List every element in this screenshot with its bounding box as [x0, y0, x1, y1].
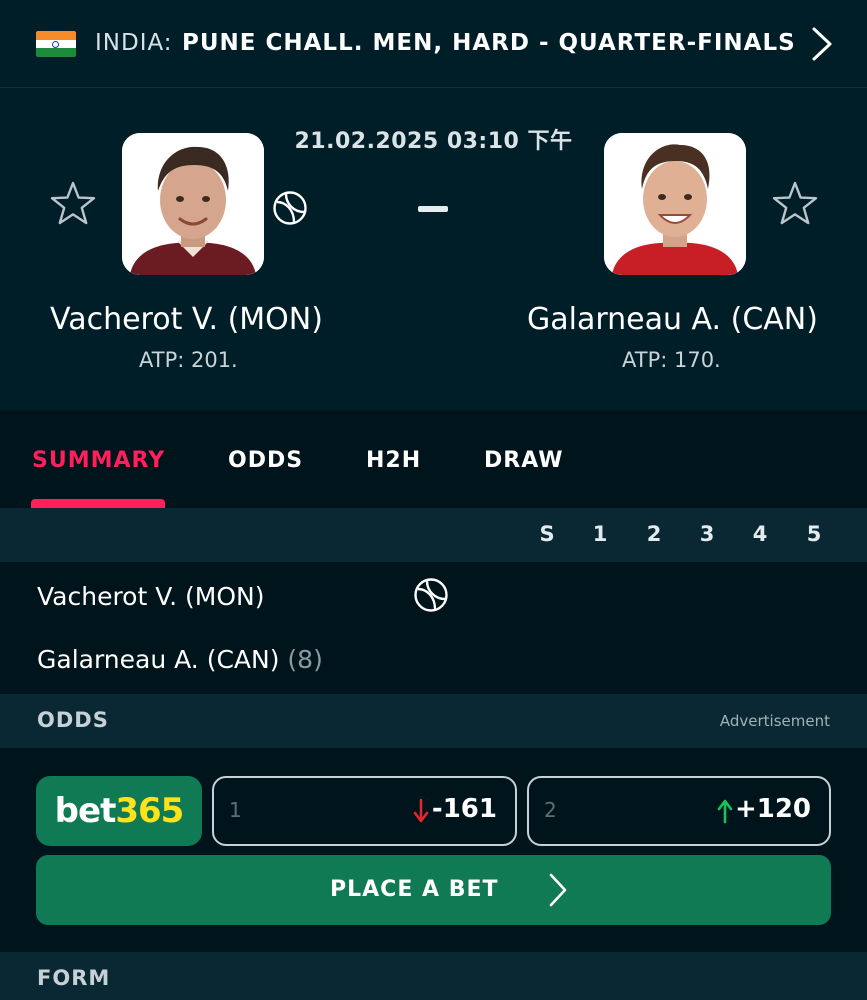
form-section-header: FORM	[0, 952, 867, 1000]
away-player-avatar[interactable]	[604, 133, 746, 275]
tournament-country: INDIA:	[95, 30, 173, 56]
chevron-right-icon[interactable]	[806, 26, 836, 62]
favorite-star-icon[interactable]	[771, 180, 819, 228]
favorite-star-icon[interactable]	[49, 180, 97, 228]
set-2-column-header: 2	[646, 522, 662, 546]
odds-home-value: -161	[431, 794, 497, 824]
away-player-name[interactable]: Galarneau A. (CAN)	[527, 302, 818, 337]
scoreboard-home-name: Vacherot V. (MON)	[37, 582, 265, 611]
odds-away-value: +120	[734, 794, 811, 824]
player-photo-icon	[604, 133, 746, 275]
odds-home-button[interactable]: 1 -161	[212, 776, 517, 846]
bookmaker-logo-text-part1: bet	[54, 791, 117, 831]
tab-h2h[interactable]: H2H	[366, 448, 421, 473]
arrow-down-icon	[413, 798, 429, 823]
tab-summary[interactable]: SUMMARY	[32, 448, 165, 473]
scoreboard-header: S 1 2 3 4 5	[0, 508, 867, 562]
match-header: 21.02.2025 03:10 下午 Vacherot V. (MON) AT…	[0, 89, 867, 410]
home-player-name[interactable]: Vacherot V. (MON)	[50, 302, 323, 337]
set-1-column-header: 1	[592, 522, 608, 546]
odds-section-header: ODDS Advertisement	[0, 694, 867, 748]
tournament-header[interactable]: INDIA: PUNE CHALL. MEN, HARD - QUARTER-F…	[0, 0, 867, 88]
bookmaker-logo-text-part2: 365	[115, 791, 184, 831]
place-bet-button[interactable]: PLACE A BET	[36, 855, 831, 925]
chevron-right-icon	[549, 873, 567, 907]
serving-tennis-ball-icon	[414, 578, 448, 612]
set-4-column-header: 4	[752, 522, 768, 546]
match-tabs: SUMMARY ODDS H2H DRAW	[0, 410, 867, 508]
scoreboard: Vacherot V. (MON) Galarneau A. (CAN) (8)	[0, 562, 867, 694]
place-bet-label: PLACE A BET	[330, 877, 499, 902]
away-seed: (8)	[287, 645, 323, 674]
bet365-logo[interactable]: bet365	[36, 776, 202, 846]
advertisement-label: Advertisement	[719, 712, 830, 730]
odds-section-title: ODDS	[37, 708, 109, 732]
sets-column-header: S	[539, 522, 555, 546]
scoreboard-away-name: Galarneau A. (CAN)	[37, 645, 280, 674]
tournament-name: PUNE CHALL. MEN, HARD - QUARTER-FINALS	[182, 30, 796, 56]
tab-draw[interactable]: DRAW	[484, 448, 564, 473]
form-section-title: FORM	[37, 966, 111, 990]
arrow-up-icon	[717, 799, 733, 824]
odds-away-label: 2	[544, 798, 557, 822]
score-separator	[418, 206, 448, 212]
player-photo-icon	[122, 133, 264, 275]
serving-tennis-ball-icon	[273, 191, 307, 225]
scoreboard-away-row: Galarneau A. (CAN) (8)	[37, 645, 323, 674]
active-tab-indicator	[31, 499, 165, 508]
set-3-column-header: 3	[699, 522, 715, 546]
home-player-avatar[interactable]	[122, 133, 264, 275]
odds-away-button[interactable]: 2 +120	[527, 776, 831, 846]
tab-odds[interactable]: ODDS	[228, 448, 303, 473]
india-flag-icon	[36, 31, 76, 57]
odds-home-label: 1	[229, 798, 242, 822]
away-player-rank: ATP: 170.	[622, 348, 721, 372]
home-player-rank: ATP: 201.	[139, 348, 238, 372]
odds-section: bet365 1 -161 2 +120 PLACE A BET	[0, 748, 867, 952]
set-5-column-header: 5	[806, 522, 822, 546]
